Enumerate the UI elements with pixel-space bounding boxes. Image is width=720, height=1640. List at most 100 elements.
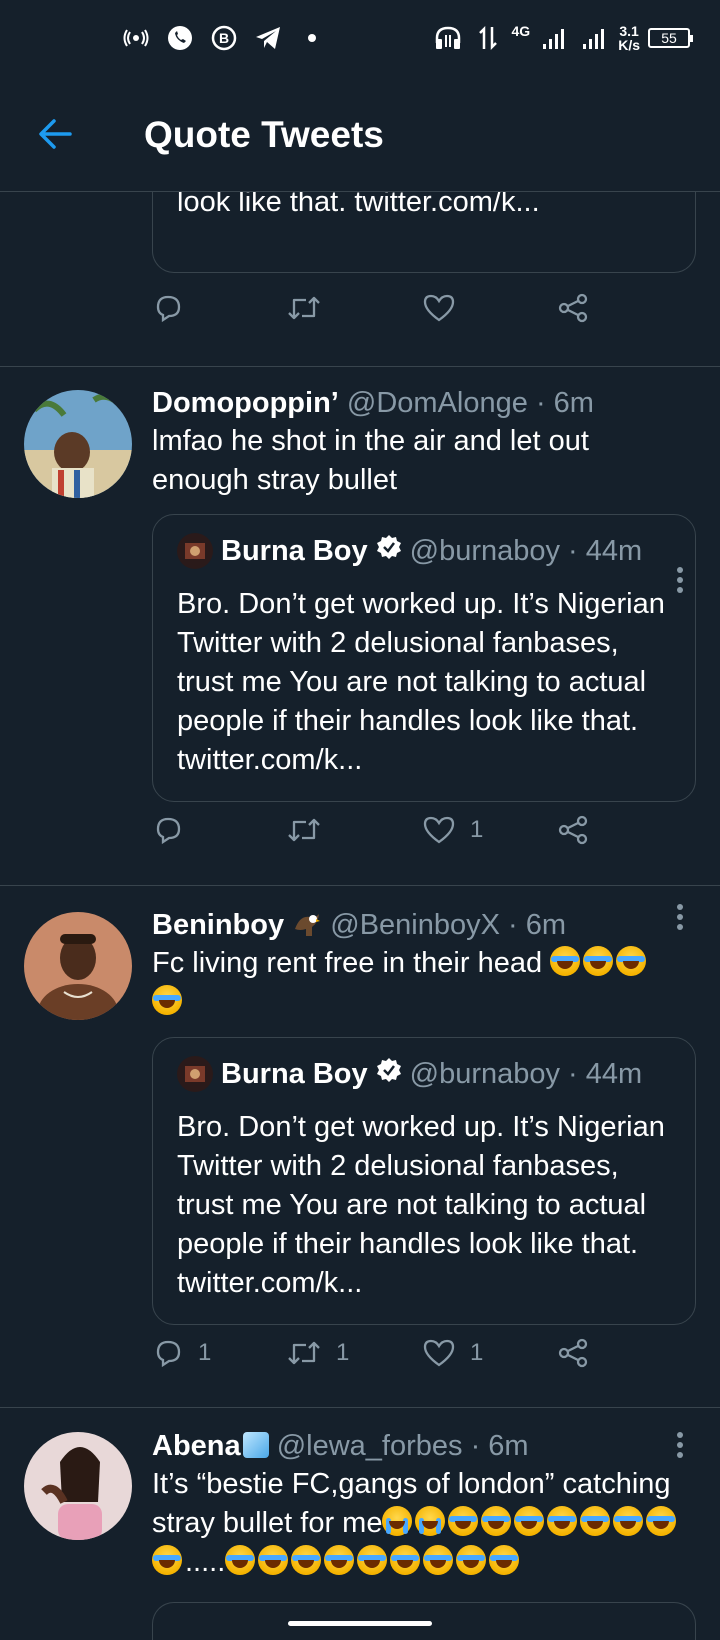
data-transfer-icon [472, 22, 504, 54]
tears-of-joy-emoji-icon [423, 1545, 454, 1575]
quoted-avatar [177, 533, 213, 569]
tears-of-joy-emoji-icon [613, 1506, 644, 1536]
quoted-author-name: Burna Boy [221, 1057, 368, 1090]
author-handle[interactable]: @BeninboyX [330, 909, 500, 941]
business-whatsapp-icon: B [208, 22, 240, 54]
share-icon [558, 293, 588, 323]
tweet-item[interactable]: Domopoppin’ @DomAlonge · 6m lmfao he sho… [0, 367, 720, 886]
quoted-tweet[interactable]: Burna Boy @burnaboy · 44m Bro. Don’t get… [152, 1037, 696, 1325]
signal-icon-2 [578, 22, 610, 54]
tweet-item[interactable]: Abena @lewa_forbes · 6m It’s “bestie FC,… [0, 1408, 720, 1640]
tweet-header: Beninboy @BeninboyX · 6m [152, 907, 696, 943]
like-button[interactable] [422, 292, 456, 324]
author-handle[interactable]: @lewa_forbes [277, 1430, 463, 1462]
retweet-count: 1 [336, 1339, 350, 1366]
like-icon [423, 816, 455, 844]
tears-of-joy-emoji-icon [550, 946, 581, 976]
hotspot-icon [120, 22, 152, 54]
tears-of-joy-emoji-icon [152, 985, 182, 1015]
tweet-item[interactable]: Beninboy @BeninboyX · 6m Fc living rent … [0, 886, 720, 1408]
quoted-tweet-text: Bro. Don’t get worked up. It’s Nigerian … [177, 588, 665, 776]
author-name[interactable]: Abena [152, 1430, 241, 1462]
crying-emoji-icon [415, 1506, 446, 1536]
tweet-item[interactable]: talking to actual people if their handle… [0, 147, 720, 367]
tweet-text-dots: ..... [185, 1546, 226, 1578]
quoted-tweet[interactable]: Burna Boy @burnaboy · 44m Bro. Don’t get… [152, 514, 696, 802]
avatar[interactable] [24, 390, 132, 498]
quoted-avatar [177, 1056, 213, 1092]
retweet-icon [288, 296, 320, 320]
retweet-button[interactable]: 1 [286, 1337, 349, 1369]
quoted-author-handle: @burnaboy [409, 1057, 561, 1090]
reply-icon [156, 817, 181, 845]
tweet-body: Abena @lewa_forbes · 6m It’s “bestie FC,… [152, 1428, 696, 1582]
retweet-icon [288, 818, 320, 842]
tears-of-joy-emoji-icon [481, 1506, 512, 1536]
reply-button[interactable] [152, 814, 198, 846]
reply-button[interactable]: 1 [152, 1337, 211, 1369]
eagle-emoji-icon [292, 909, 322, 939]
tweet-actions: 1 [152, 814, 622, 854]
share-icon [558, 1338, 588, 1368]
page-title: Quote Tweets [144, 114, 384, 155]
quoted-tweet-header: Burna Boy @burnaboy · 44m [177, 1056, 642, 1092]
tears-of-joy-emoji-icon [547, 1506, 578, 1536]
tweet-actions [152, 292, 622, 332]
tears-of-joy-emoji-icon [616, 946, 647, 976]
tweet-header: Abena @lewa_forbes · 6m [152, 1428, 696, 1464]
tears-of-joy-emoji-icon [390, 1545, 421, 1575]
headphones-icon [432, 22, 464, 54]
tweet-text-content: Fc living rent free in their head [152, 947, 543, 979]
retweet-button[interactable] [286, 814, 336, 846]
tears-of-joy-emoji-icon [225, 1545, 256, 1575]
reply-icon [156, 295, 181, 323]
tears-of-joy-emoji-icon [258, 1545, 289, 1575]
reply-button[interactable] [152, 292, 184, 324]
like-icon [423, 294, 455, 322]
ice-cube-emoji-icon [242, 1432, 269, 1458]
system-icons: 4G 3.1 K/s 55 [432, 22, 693, 54]
network-speed: 3.1 K/s [618, 23, 640, 53]
share-button[interactable] [556, 1337, 590, 1369]
avatar[interactable] [24, 1432, 132, 1540]
battery-indicator: 55 [648, 28, 693, 48]
telegram-icon [252, 22, 284, 54]
retweet-button[interactable] [286, 292, 322, 324]
tears-of-joy-emoji-icon [456, 1545, 487, 1575]
reply-icon [156, 1340, 181, 1368]
quoted-author-name: Burna Boy [221, 534, 368, 567]
svg-text:B: B [219, 30, 229, 46]
quoted-tweet-header: Burna Boy @burnaboy · 44m [177, 533, 642, 569]
quoted-tweet-time: · 44m [568, 1057, 643, 1090]
more-icon[interactable] [670, 1430, 690, 1460]
verified-icon [376, 1057, 402, 1091]
share-button[interactable] [556, 814, 590, 846]
like-count: 1 [470, 816, 484, 843]
home-indicator[interactable] [288, 1621, 432, 1626]
like-button[interactable]: 1 [422, 814, 483, 846]
author-name[interactable]: Beninboy [152, 909, 284, 941]
share-button[interactable] [556, 292, 590, 324]
avatar[interactable] [24, 912, 132, 1020]
tweet-body: Domopoppin’ @DomAlonge · 6m lmfao he sho… [152, 385, 696, 500]
author-name[interactable]: Domopoppin’ [152, 387, 339, 419]
more-icon[interactable] [670, 902, 690, 932]
app-header: Quote Tweets [0, 78, 720, 192]
tears-of-joy-emoji-icon [583, 946, 614, 976]
author-handle[interactable]: @DomAlonge [347, 387, 528, 419]
tweet-text: lmfao he shot in the air and let out eno… [152, 425, 589, 496]
tweet-text: Fc living rent free in their head [152, 944, 662, 1022]
like-count: 1 [470, 1339, 484, 1366]
crying-emoji-icon [382, 1506, 413, 1536]
tweet-time: · 6m [535, 387, 594, 419]
verified-icon [376, 534, 402, 568]
quoted-tweet-time: · 44m [568, 534, 643, 567]
tweet-header: Domopoppin’ @DomAlonge · 6m [152, 385, 696, 421]
like-button[interactable]: 1 [422, 1337, 483, 1369]
tears-of-joy-emoji-icon [580, 1506, 611, 1536]
tweet-time: · 6m [508, 909, 567, 941]
back-arrow-icon[interactable] [36, 114, 76, 154]
like-icon [423, 1339, 455, 1367]
tweet-body: Beninboy @BeninboyX · 6m Fc living rent … [152, 907, 696, 1022]
signal-icon-1 [538, 22, 570, 54]
